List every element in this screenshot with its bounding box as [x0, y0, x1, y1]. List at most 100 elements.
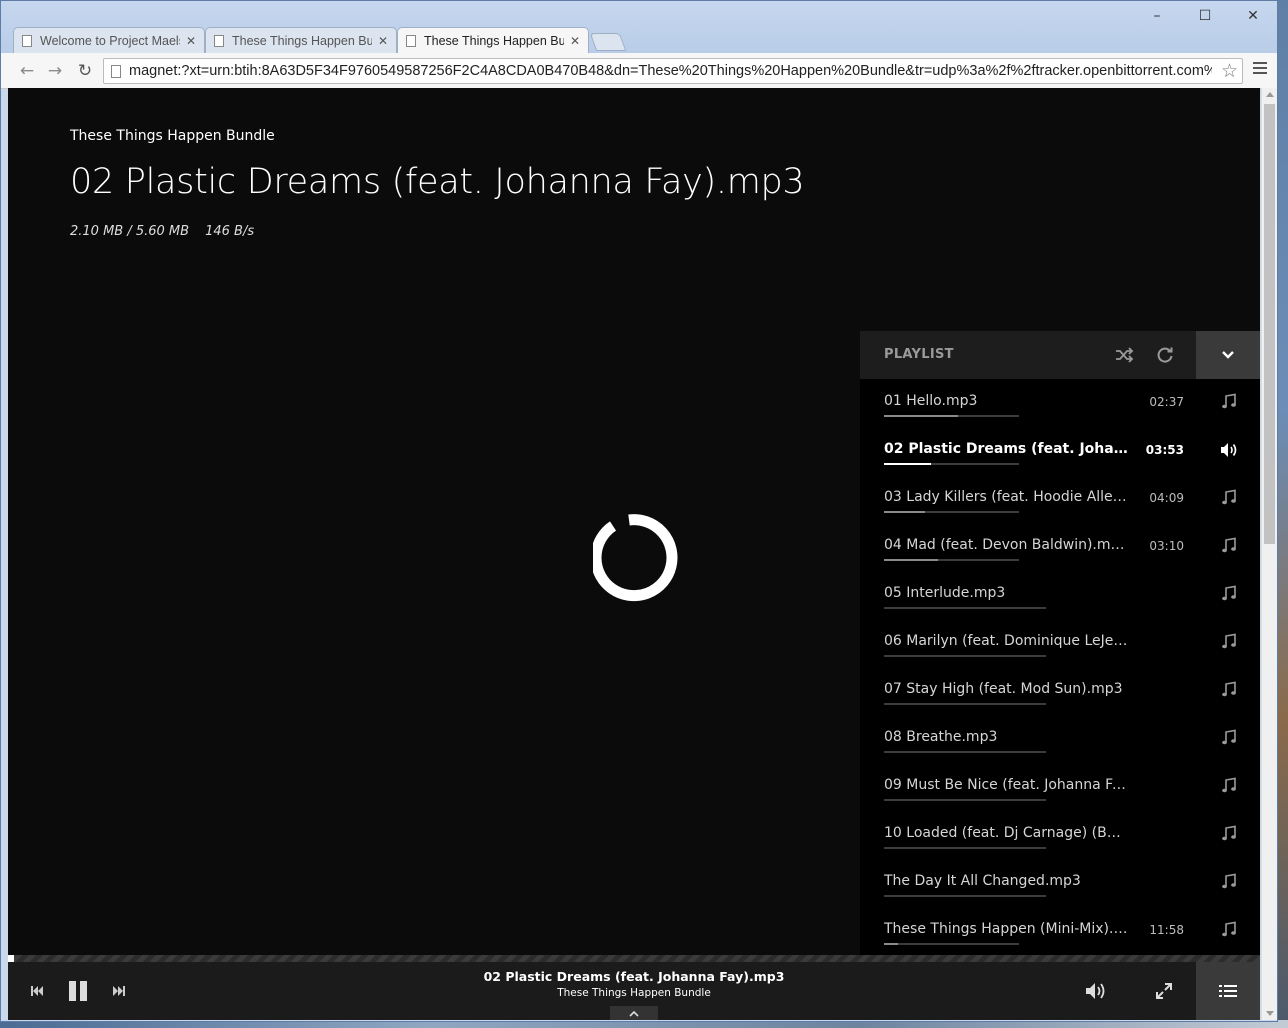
now-playing-title: 02 Plastic Dreams (feat. Johanna Fay).mp… — [483, 969, 785, 984]
maximize-button[interactable]: ☐ — [1181, 1, 1229, 31]
chevron-up-icon — [629, 1010, 639, 1017]
music-note-icon — [1222, 777, 1236, 793]
track-buffer-bar — [884, 799, 1046, 801]
track-name: 05 Interlude.mp3 — [884, 585, 1006, 601]
track-buffer-bar — [884, 751, 1046, 753]
track-duration: 03:10 — [1149, 539, 1184, 553]
track-buffer-bar — [884, 511, 1019, 513]
track-buffer-fill — [884, 415, 959, 417]
track-duration: 03:53 — [1145, 443, 1184, 457]
volume-button[interactable] — [1084, 979, 1108, 1003]
track-name: 04 Mad (feat. Devon Baldwin).mp3 — [884, 537, 1128, 553]
control-bar: 02 Plastic Dreams (feat. Johanna Fay).mp… — [8, 962, 1260, 1020]
repeat-icon[interactable] — [1155, 345, 1175, 365]
close-tab-icon[interactable]: ✕ — [186, 34, 196, 48]
window-controls: – ☐ ✕ — [1133, 1, 1277, 31]
track-duration: 11:58 — [1149, 923, 1184, 937]
music-note-icon — [1222, 537, 1236, 553]
track-name: 01 Hello.mp3 — [884, 393, 978, 409]
player-page: These Things Happen Bundle 02 Plastic Dr… — [8, 88, 1260, 1020]
track-buffer-fill — [884, 463, 932, 465]
menu-icon[interactable] — [1253, 62, 1267, 77]
back-arrow-icon[interactable]: ← — [15, 59, 39, 83]
page-scrollbar[interactable] — [1261, 88, 1277, 1020]
loading-spinner-icon — [593, 514, 678, 602]
browser-toolbar: ← → ↻ magnet:?xt=urn:btih:8A63D5F34F9760… — [1, 53, 1277, 89]
seek-bar-fill — [8, 955, 15, 962]
track-duration: 04:09 — [1149, 491, 1184, 505]
address-bar[interactable]: magnet:?xt=urn:btih:8A63D5F34F9760549587… — [103, 58, 1243, 84]
music-note-icon — [1222, 729, 1236, 745]
minimize-button[interactable]: – — [1133, 1, 1181, 31]
file-title: 02 Plastic Dreams (feat. Johanna Fay).mp… — [70, 162, 805, 202]
track-buffer-bar — [884, 607, 1046, 609]
track-buffer-bar — [884, 463, 1019, 465]
track-buffer-fill — [884, 559, 938, 561]
speaker-icon — [1086, 983, 1105, 999]
playlist-item[interactable]: 10 Loaded (feat. Dj Carnage) (Bonus Trac… — [860, 811, 1260, 859]
playlist-item[interactable]: 05 Interlude.mp3 — [860, 571, 1260, 619]
scroll-thumb[interactable] — [1264, 104, 1275, 544]
seek-bar[interactable] — [8, 955, 1260, 962]
bookmark-star-icon[interactable]: ☆ — [1221, 60, 1238, 82]
track-name: 10 Loaded (feat. Dj Carnage) (Bonus Trac… — [884, 825, 1128, 841]
torrent-name: These Things Happen Bundle — [70, 128, 275, 144]
playlist-item[interactable]: 03 Lady Killers (feat. Hoodie Allen)....… — [860, 475, 1260, 523]
track-name: 09 Must Be Nice (feat. Johanna Fay).mp3 — [884, 777, 1128, 793]
playlist-item[interactable]: 07 Stay High (feat. Mod Sun).mp3 — [860, 667, 1260, 715]
track-name: 02 Plastic Dreams (feat. Johanna F... — [884, 441, 1128, 457]
playlist-item[interactable]: The Day It All Changed.mp3 — [860, 859, 1260, 907]
playlist-items: 01 Hello.mp3 02:37 02 Plastic Dreams (feat… — [860, 379, 1260, 955]
track-name: The Day It All Changed.mp3 — [884, 873, 1081, 889]
browser-tab[interactable]: Welcome to Project Maelstrom ✕ — [13, 27, 205, 53]
track-buffer-bar — [884, 415, 1019, 417]
playlist-item[interactable]: 06 Marilyn (feat. Dominique LeJeune).mp3 — [860, 619, 1260, 667]
reload-icon[interactable]: ↻ — [73, 59, 97, 83]
browser-tab[interactable]: These Things Happen Bundle ✕ — [397, 27, 589, 53]
playlist-item[interactable]: 02 Plastic Dreams (feat. Johanna F... 03:… — [860, 427, 1260, 475]
close-tab-icon[interactable]: ✕ — [570, 34, 580, 48]
tab-strip: Welcome to Project Maelstrom✕These Thing… — [13, 27, 627, 53]
close-tab-icon[interactable]: ✕ — [378, 34, 388, 48]
playlist-item[interactable]: 01 Hello.mp3 02:37 — [860, 379, 1260, 427]
playlist-header: PLAYLIST — [860, 331, 1260, 379]
browser-tab[interactable]: These Things Happen Bundle ✕ — [205, 27, 397, 53]
scroll-down-icon[interactable] — [1266, 1011, 1274, 1016]
playlist-item[interactable]: 09 Must Be Nice (feat. Johanna Fay).mp3 — [860, 763, 1260, 811]
playlist-toggle-button[interactable] — [1196, 962, 1260, 1020]
close-window-button[interactable]: ✕ — [1229, 1, 1277, 31]
download-stats: 2.10 MB / 5.60 MB 146 B/s — [70, 224, 254, 239]
speaker-icon — [1221, 443, 1237, 457]
playlist-title: PLAYLIST — [884, 347, 954, 362]
fullscreen-button[interactable] — [1152, 979, 1176, 1003]
music-note-icon — [1222, 489, 1236, 505]
music-note-icon — [1222, 393, 1236, 409]
expand-info-button[interactable] — [610, 1006, 658, 1020]
page-icon — [111, 65, 121, 78]
playlist-panel: PLAYLIST 01 Hello.mp3 02:37 02 Plastic Dre… — [860, 331, 1260, 955]
music-note-icon — [1222, 921, 1236, 937]
forward-arrow-icon[interactable]: → — [43, 59, 67, 83]
track-name: 07 Stay High (feat. Mod Sun).mp3 — [884, 681, 1123, 697]
track-name: These Things Happen (Mini-Mix).mp3 — [884, 921, 1128, 937]
tab-title: Welcome to Project Maelstrom — [40, 33, 180, 48]
music-note-icon — [1222, 825, 1236, 841]
downloaded-size: 2.10 MB / 5.60 MB — [70, 224, 190, 239]
scroll-up-icon[interactable] — [1266, 92, 1274, 97]
page-icon — [214, 34, 224, 47]
shuffle-icon[interactable] — [1114, 345, 1134, 365]
address-url[interactable]: magnet:?xt=urn:btih:8A63D5F34F9760549587… — [129, 63, 1212, 79]
new-tab-button[interactable] — [589, 33, 627, 51]
track-buffer-bar — [884, 559, 1019, 561]
desktop-background — [1278, 0, 1288, 1028]
track-buffer-fill — [884, 511, 925, 513]
playlist-item[interactable]: 04 Mad (feat. Devon Baldwin).mp3 03:10 — [860, 523, 1260, 571]
download-speed: 146 B/s — [205, 224, 255, 239]
track-buffer-bar — [884, 655, 1046, 657]
music-note-icon — [1222, 633, 1236, 649]
music-note-icon — [1222, 873, 1236, 889]
music-note-icon — [1222, 585, 1236, 601]
playlist-item[interactable]: These Things Happen (Mini-Mix).mp3 11:58 — [860, 907, 1260, 955]
playlist-item[interactable]: 08 Breathe.mp3 — [860, 715, 1260, 763]
collapse-playlist-button[interactable] — [1196, 331, 1260, 379]
